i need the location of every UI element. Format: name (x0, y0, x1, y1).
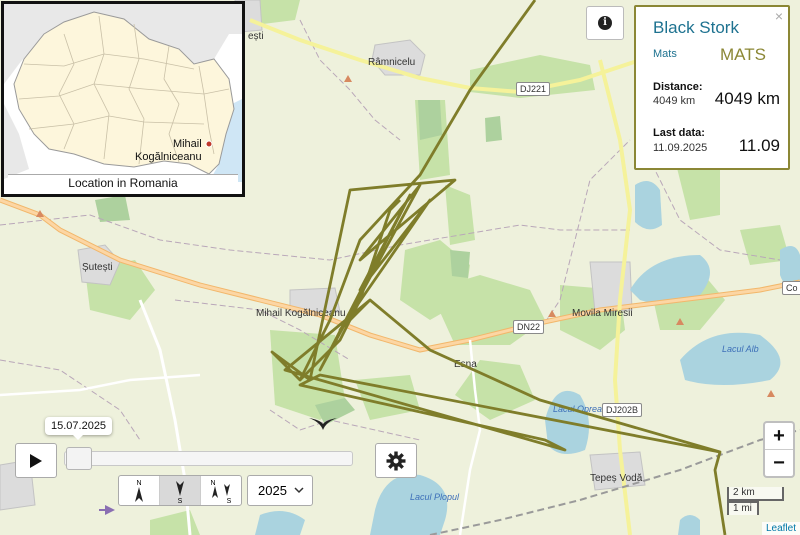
place-label: Movila Miresii (572, 308, 633, 319)
info-icon: i (598, 16, 612, 30)
road-label: DJ202B (602, 403, 643, 417)
last-data-label: Last data: (653, 127, 705, 139)
lake-label: Lacul Plopul (410, 492, 460, 502)
scale-km: 2 km (727, 487, 784, 501)
animal-info-card: × Black Stork Mats MATS Distance: 4049 k… (634, 5, 790, 170)
scale-mi: 1 mi (727, 501, 759, 515)
last-data-small: 11.09.2025 (653, 142, 708, 154)
north-arrow-icon: N (135, 480, 143, 502)
place-label: Șutești (82, 262, 113, 273)
attribution-link[interactable]: Leaflet (761, 522, 800, 535)
svg-text:N: N (210, 480, 215, 487)
svg-text:N: N (136, 480, 141, 487)
last-data-value: 11.09 (738, 136, 780, 155)
info-button[interactable]: i (586, 6, 624, 40)
gear-icon (386, 451, 406, 470)
animal-subtitle: Mats (653, 48, 677, 60)
year-select[interactable]: 2025 (247, 475, 313, 506)
road-label: DJ221 (516, 82, 551, 96)
location-marker (205, 140, 213, 148)
play-icon (30, 453, 42, 468)
both-arrows-icon: N S (210, 480, 232, 504)
year-value: 2025 (258, 483, 287, 498)
inset-caption: Location in Romania (8, 174, 238, 191)
direction-north-button[interactable]: N (119, 476, 160, 505)
direction-both-button[interactable]: N S (201, 476, 241, 505)
distance-small: 4049 km (653, 95, 696, 107)
place-label: Râmnicelu (368, 57, 415, 68)
animal-name: MATS (720, 45, 766, 64)
place-label: Tepeș Vodă (590, 473, 643, 484)
road-label: Co (782, 281, 800, 295)
scale-bar: 2 km 1 mi (727, 487, 784, 515)
svg-text:S: S (178, 498, 183, 504)
direction-south-button[interactable]: S (160, 476, 201, 505)
distance-value: 4049 km (714, 89, 780, 108)
inset-marker-label: Mihail Kogălniceanu (135, 138, 202, 163)
chevron-down-icon (294, 487, 304, 494)
distance-label: Distance: (653, 81, 703, 93)
zoom-in-button[interactable]: + (765, 423, 793, 450)
south-arrow-icon: S (176, 480, 184, 504)
location-inset: Mihail Kogălniceanu Location in Romania (1, 1, 245, 197)
timeline-slider-handle[interactable] (66, 447, 92, 470)
zoom-control: + − (763, 421, 795, 478)
date-tooltip: 15.07.2025 (45, 417, 113, 440)
species-title: Black Stork (653, 18, 739, 37)
play-button[interactable] (15, 443, 57, 478)
direction-toggle: N S N S (118, 475, 242, 506)
close-icon[interactable]: × (775, 8, 783, 24)
lake-label: Lacul Alb (722, 344, 759, 354)
zoom-out-button[interactable]: − (765, 450, 793, 476)
svg-text:S: S (227, 498, 232, 504)
timeline-slider[interactable] (64, 451, 353, 466)
place-label: ești (248, 31, 264, 42)
settings-button[interactable] (375, 443, 417, 478)
romania-map (4, 4, 242, 194)
road-label: DN22 (513, 320, 545, 334)
